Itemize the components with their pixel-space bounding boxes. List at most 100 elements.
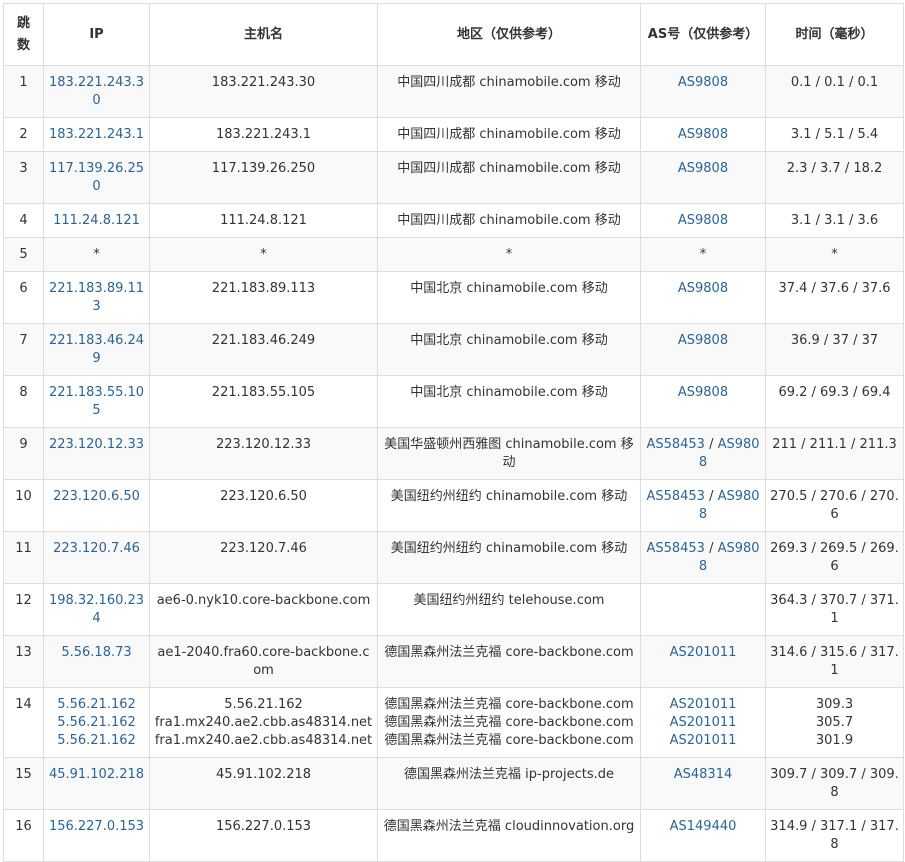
hop-cell: 3: [3, 151, 44, 204]
hostname-cell: 221.183.89.113: [149, 271, 378, 324]
as-link[interactable]: AS9808: [699, 541, 760, 574]
as-cell: AS201011 AS201011 AS201011: [640, 687, 766, 758]
hop-cell: 8: [3, 375, 44, 428]
hostname-cell: 223.120.7.46: [149, 531, 378, 584]
time-cell: 0.1 / 0.1 / 0.1: [765, 65, 904, 118]
time-cell: 314.6 / 315.6 / 317.1: [765, 635, 904, 688]
time-cell: 3.1 / 5.1 / 5.4: [765, 117, 904, 152]
hostname-cell: 183.221.243.1: [149, 117, 378, 152]
header-host: 主机名: [149, 3, 378, 66]
as-link[interactable]: AS149440: [640, 809, 766, 862]
header-region: 地区（仅供参考）: [377, 3, 641, 66]
as-link[interactable]: AS201011: [645, 732, 761, 750]
header-ip: IP: [43, 3, 150, 66]
ip-link[interactable]: 5.56.21.162: [48, 696, 145, 714]
as-cell: AS58453 / AS9808: [640, 531, 766, 584]
table-row: 10 223.120.6.50 223.120.6.50 美国纽约州纽约 chi…: [3, 479, 904, 532]
time-cell: 309.3 305.7 301.9: [765, 687, 904, 758]
hop-cell: 10: [3, 479, 44, 532]
region-cell: *: [377, 237, 641, 272]
time-cell: 36.9 / 37 / 37: [765, 323, 904, 376]
ip-link[interactable]: 221.183.55.105: [43, 375, 150, 428]
region-line: 德国黑森州法兰克福 core-backbone.com: [384, 697, 634, 712]
header-time: 时间（毫秒）: [765, 3, 904, 66]
region-cell: 美国纽约州纽约 telehouse.com: [377, 583, 641, 636]
hop-cell: 11: [3, 531, 44, 584]
ip-link[interactable]: 183.221.243.30: [43, 65, 150, 118]
hostname-cell: 117.139.26.250: [149, 151, 378, 204]
table-row: 1 183.221.243.30 183.221.243.30 中国四川成都 c…: [3, 65, 904, 118]
hop-cell: 15: [3, 757, 44, 810]
hostname-cell: 223.120.6.50: [149, 479, 378, 532]
as-link[interactable]: AS9808: [640, 117, 766, 152]
region-cell: 中国北京 chinamobile.com 移动: [377, 323, 641, 376]
hostname-cell: 156.227.0.153: [149, 809, 378, 862]
ip-link[interactable]: 223.120.12.33: [43, 427, 150, 480]
ip-link[interactable]: 5.56.21.162: [48, 732, 145, 750]
ip-link[interactable]: 111.24.8.121: [43, 203, 150, 238]
time-cell: 364.3 / 370.7 / 371.1: [765, 583, 904, 636]
ip-link[interactable]: 45.91.102.218: [43, 757, 150, 810]
ip-link[interactable]: 221.183.89.113: [43, 271, 150, 324]
hostname-cell: ae6-0.nyk10.core-backbone.com: [149, 583, 378, 636]
as-link[interactable]: AS9808: [699, 489, 760, 522]
hostname-cell: 45.91.102.218: [149, 757, 378, 810]
time-cell: 3.1 / 3.1 / 3.6: [765, 203, 904, 238]
as-link[interactable]: AS58453: [646, 541, 705, 556]
as-cell: AS58453 / AS9808: [640, 427, 766, 480]
ip-link[interactable]: 117.139.26.250: [43, 151, 150, 204]
as-link[interactable]: AS201011: [645, 714, 761, 732]
header-as: AS号（仅供参考）: [640, 3, 766, 66]
traceroute-table: 跳数 IP 主机名 地区（仅供参考） AS号（仅供参考） 时间（毫秒） 1 18…: [3, 3, 904, 862]
time-cell: *: [765, 237, 904, 272]
header-hop: 跳数: [3, 3, 44, 66]
table-row: 8 221.183.55.105 221.183.55.105 中国北京 chi…: [3, 375, 904, 428]
region-cell: 德国黑森州法兰克福 cloudinnovation.org: [377, 809, 641, 862]
ip-link[interactable]: 223.120.7.46: [43, 531, 150, 584]
region-cell: 中国四川成都 chinamobile.com 移动: [377, 151, 641, 204]
table-row: 12 198.32.160.234 ae6-0.nyk10.core-backb…: [3, 583, 904, 636]
region-cell: 美国华盛顿州西雅图 chinamobile.com 移动: [377, 427, 641, 480]
time-cell: 37.4 / 37.6 / 37.6: [765, 271, 904, 324]
as-link[interactable]: AS201011: [640, 635, 766, 688]
ip-link[interactable]: 5.56.18.73: [43, 635, 150, 688]
hop-cell: 7: [3, 323, 44, 376]
ip-link[interactable]: 5.56.21.162: [48, 714, 145, 732]
hostname-cell: 111.24.8.121: [149, 203, 378, 238]
region-cell: 中国四川成都 chinamobile.com 移动: [377, 65, 641, 118]
as-link[interactable]: AS58453: [646, 437, 705, 452]
hostname-line: fra1.mx240.ae2.cbb.as48314.net: [154, 733, 373, 748]
as-link[interactable]: AS9808: [640, 65, 766, 118]
as-link[interactable]: AS58453: [646, 489, 705, 504]
ip-cell: *: [43, 237, 150, 272]
region-cell: 中国四川成都 chinamobile.com 移动: [377, 117, 641, 152]
region-cell: 美国纽约州纽约 chinamobile.com 移动: [377, 479, 641, 532]
ip-link[interactable]: 156.227.0.153: [43, 809, 150, 862]
hop-cell: 4: [3, 203, 44, 238]
hop-cell: 13: [3, 635, 44, 688]
ip-link[interactable]: 183.221.243.1: [43, 117, 150, 152]
hop-cell: 5: [3, 237, 44, 272]
as-link[interactable]: AS9808: [699, 437, 760, 470]
as-link[interactable]: AS9808: [640, 323, 766, 376]
time-line: 309.3: [815, 697, 854, 712]
region-cell: 中国四川成都 chinamobile.com 移动: [377, 203, 641, 238]
ip-link[interactable]: 221.183.46.249: [43, 323, 150, 376]
time-cell: 269.3 / 269.5 / 269.6: [765, 531, 904, 584]
as-cell: AS58453 / AS9808: [640, 479, 766, 532]
hop-cell: 16: [3, 809, 44, 862]
ip-link[interactable]: 198.32.160.234: [43, 583, 150, 636]
table-row: 2 183.221.243.1 183.221.243.1 中国四川成都 chi…: [3, 117, 904, 152]
as-cell: *: [640, 237, 766, 272]
ip-link[interactable]: 223.120.6.50: [43, 479, 150, 532]
as-link[interactable]: AS9808: [640, 151, 766, 204]
as-link[interactable]: AS9808: [640, 271, 766, 324]
hostname-cell: ae1-2040.fra60.core-backbone.com: [149, 635, 378, 688]
table-row: 5 * * * * *: [3, 237, 904, 272]
as-link[interactable]: AS9808: [640, 203, 766, 238]
as-link[interactable]: AS201011: [645, 696, 761, 714]
table-row: 6 221.183.89.113 221.183.89.113 中国北京 chi…: [3, 271, 904, 324]
as-link[interactable]: AS48314: [640, 757, 766, 810]
hostname-cell: 223.120.12.33: [149, 427, 378, 480]
as-link[interactable]: AS9808: [640, 375, 766, 428]
